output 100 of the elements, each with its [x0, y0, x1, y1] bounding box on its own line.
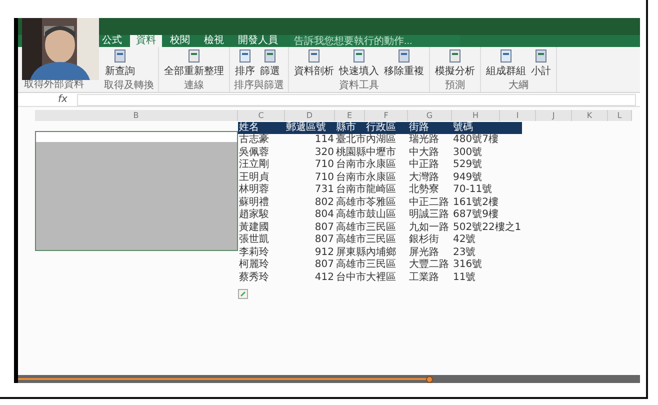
table-cell-text: 中大路	[408, 146, 440, 158]
ribbon-button[interactable]: 篩選	[259, 49, 281, 80]
table-cell-text: 中正路	[408, 159, 440, 172]
column-header[interactable]: D	[285, 110, 335, 121]
table-cell: 高雄市	[335, 259, 365, 272]
header-cell: 號碼	[452, 122, 522, 134]
ribbon-icon	[534, 49, 548, 63]
table-cell: 台南市	[335, 159, 365, 172]
group-label: 連線	[183, 80, 205, 91]
table-cell-text: 北勢寮	[408, 184, 440, 196]
table-cell-text: 三民區	[366, 222, 397, 234]
ribbon-icon	[499, 49, 513, 63]
column-header[interactable]: G	[408, 110, 452, 121]
table-cell-text: 柯麗玲	[238, 259, 270, 272]
table-cell-text: 320	[314, 146, 335, 159]
table-cell-text: 屏光路	[408, 246, 440, 258]
ribbon-button[interactable]: 快速填入	[338, 49, 380, 80]
table-cell-text: 502號22樓之1	[452, 222, 522, 234]
table-cell-text: 永康區	[366, 159, 397, 172]
table-cell-text: 316號	[452, 259, 484, 272]
column-header[interactable]: E	[335, 110, 365, 121]
ribbon-tab[interactable]: 檢視	[198, 35, 230, 47]
table-cell-text: 屏東縣	[335, 246, 365, 258]
column-header[interactable]: I	[500, 110, 536, 121]
ribbon-button[interactable]: 資料剖析	[293, 49, 335, 80]
column-header[interactable]: F	[365, 110, 408, 121]
table-cell-text: 23號	[452, 246, 477, 258]
table-cell-text: 114	[314, 134, 335, 146]
group-label: 大綱	[508, 80, 530, 91]
table-cell-text: 苓雅區	[366, 196, 397, 208]
table-cell-text: 大灣路	[408, 172, 440, 184]
table-cell-text: 高雄市	[335, 196, 365, 208]
table-cell-text: 807	[314, 222, 335, 234]
ribbon-button[interactable]: 小計	[530, 49, 552, 80]
header-cell: 縣市	[335, 122, 365, 134]
ribbon-tab[interactable]: 公式	[96, 35, 128, 47]
table-cell-text: 銀杉街	[408, 234, 440, 246]
ribbon-button[interactable]: 全部重新整理	[163, 49, 225, 80]
group-label: 排序與篩選	[234, 80, 284, 91]
table-cell-text: 中正二路	[408, 196, 450, 208]
tell-me-field[interactable]: 告訴我您想要執行的動作...	[290, 35, 460, 47]
table-cell-text: 高雄市	[335, 222, 365, 234]
progress-handle[interactable]	[426, 376, 433, 383]
table-cell-text: 412	[314, 272, 335, 284]
table-cell-text: 桃園縣	[335, 146, 365, 158]
table-cell-text: 龍崎區	[366, 184, 397, 196]
table-cell-text: 王明貞	[238, 172, 270, 184]
ribbon-tab[interactable]: 開發人員	[232, 35, 284, 47]
column-header[interactable]: L	[608, 110, 632, 121]
table-cell-text: 內湖區	[366, 134, 397, 146]
table-cell-text: 42號	[452, 234, 477, 246]
table-cell-text: 內埔鄉	[366, 246, 397, 259]
table-cell-text: 瑞光路	[408, 134, 440, 146]
ribbon-button[interactable]: 模擬分析	[434, 49, 476, 80]
header-cell: 街路	[408, 122, 452, 134]
ribbon-button[interactable]: 排序	[234, 49, 256, 80]
column-header[interactable]: H	[452, 110, 500, 121]
column-header[interactable]: J	[536, 110, 572, 121]
table-cell-text: 11號	[452, 272, 477, 284]
table-cell-text: 吳佩蓉	[238, 146, 270, 158]
group-label: 取得及轉換	[104, 80, 154, 91]
table-cell: 台南市	[335, 184, 365, 196]
table-cell-text: 807	[314, 259, 335, 272]
table-cell-text: 永康區	[366, 172, 397, 184]
table-cell-text: 林明蓉	[238, 184, 270, 196]
table-cell-text: 九如一路	[408, 222, 450, 234]
table-cell-text: 710	[314, 159, 335, 172]
formula-field[interactable]	[77, 94, 636, 106]
group-label: 預測	[444, 80, 466, 91]
group-label: 資料工具	[338, 80, 380, 91]
table-cell-text: 529號	[452, 159, 484, 172]
ribbon-button[interactable]: 新查詢	[104, 49, 136, 80]
function-label[interactable]: fx	[58, 94, 68, 105]
header-cell: 郵遞區號	[285, 122, 335, 134]
table-cell: 高雄市	[335, 234, 365, 246]
table-cell-text: 蔡秀玲	[238, 272, 270, 284]
table-cell-text: 300號	[452, 146, 484, 158]
column-header[interactable]: B	[35, 110, 238, 121]
video-progress-bar[interactable]	[18, 375, 640, 383]
ribbon-icon	[263, 49, 277, 63]
table-cell-text: 張世凱	[238, 234, 270, 246]
table-cell-text: 161號2樓	[452, 196, 500, 208]
table-cell: 高雄市	[335, 209, 365, 222]
header-cell: 姓名	[238, 122, 285, 134]
table-cell-text: 台南市	[335, 172, 365, 184]
table-cell-text: 480號7樓	[452, 134, 500, 146]
table-cell-text: 大豐二路	[408, 259, 450, 272]
column-header[interactable]: C	[238, 110, 285, 121]
table-cell-text: 三民區	[366, 234, 397, 246]
column-header[interactable]: K	[572, 110, 608, 121]
table-cell-text: 807	[314, 234, 335, 246]
table-cell-text: 710	[314, 172, 335, 184]
ribbon-tab[interactable]: 資料	[130, 35, 162, 47]
table-cell-text: 趙家駿	[238, 209, 270, 222]
ribbon-tab[interactable]: 校閱	[164, 35, 196, 47]
paste-options-icon[interactable]	[238, 289, 248, 299]
ribbon-button[interactable]: 移除重複	[383, 49, 425, 80]
ribbon-button[interactable]: 組成群組	[485, 49, 527, 80]
table-cell-text: 李莉玲	[238, 246, 270, 258]
table-cell-text: 731	[314, 184, 335, 196]
